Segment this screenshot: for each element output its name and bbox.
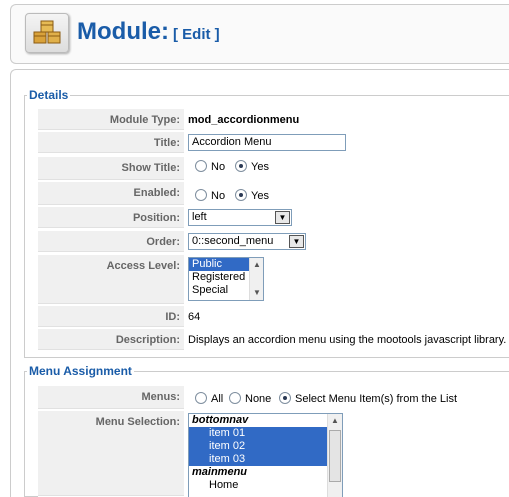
show-title-yes-radio[interactable] bbox=[235, 160, 247, 172]
show-title-yes-option[interactable]: Yes bbox=[235, 160, 269, 173]
menus-row: Menus: All None Select Menu Item(s) from… bbox=[38, 386, 509, 410]
menus-all-label: All bbox=[211, 393, 224, 405]
menus-none-label: None bbox=[245, 393, 272, 405]
position-row: Position: left ▼ bbox=[38, 207, 509, 229]
enabled-no-option[interactable]: No bbox=[195, 189, 225, 202]
scrollbar-thumb[interactable] bbox=[329, 430, 341, 482]
menu-item-option[interactable]: item 02 bbox=[189, 440, 342, 453]
description-value: Displays an accordion menu using the moo… bbox=[188, 334, 507, 346]
menu-item-option[interactable]: item 01 bbox=[189, 427, 342, 440]
access-level-label: Access Level: bbox=[38, 255, 184, 304]
position-select[interactable]: left ▼ bbox=[188, 209, 292, 226]
menus-label: Menus: bbox=[38, 386, 184, 409]
access-level-scrollbar[interactable]: ▲ ▼ bbox=[249, 258, 263, 300]
enabled-yes-label: Yes bbox=[251, 190, 269, 202]
menu-item-option[interactable]: item 03 bbox=[189, 453, 342, 466]
scroll-up-icon[interactable]: ▲ bbox=[250, 258, 263, 272]
title-input[interactable]: Accordion Menu bbox=[188, 134, 346, 151]
page-subtitle: [ Edit ] bbox=[172, 26, 220, 43]
menu-selection-row: Menu Selection: bottomnav item 01 item 0… bbox=[38, 411, 509, 497]
show-title-label: Show Title: bbox=[38, 157, 184, 180]
access-level-row: Access Level: Public Registered Special … bbox=[38, 255, 509, 305]
scroll-up-icon[interactable]: ▲ bbox=[328, 414, 342, 428]
show-title-no-option[interactable]: No bbox=[195, 160, 225, 173]
menu-group-header: bottomnav bbox=[192, 414, 249, 426]
menu-item-option[interactable]: Home bbox=[189, 479, 342, 492]
chevron-down-icon[interactable]: ▼ bbox=[275, 211, 290, 224]
chevron-down-icon[interactable]: ▼ bbox=[289, 235, 304, 248]
scroll-down-icon[interactable]: ▼ bbox=[250, 286, 263, 300]
menus-none-radio[interactable] bbox=[229, 392, 241, 404]
enabled-label: Enabled: bbox=[38, 182, 184, 205]
page-title-text: Module: bbox=[77, 18, 169, 45]
show-title-yes-label: Yes bbox=[251, 161, 269, 173]
enabled-yes-option[interactable]: Yes bbox=[235, 189, 269, 202]
position-value: left bbox=[192, 211, 207, 223]
enabled-no-radio[interactable] bbox=[195, 189, 207, 201]
order-label: Order: bbox=[38, 231, 184, 252]
show-title-no-label: No bbox=[211, 161, 226, 173]
title-label: Title: bbox=[38, 132, 184, 153]
menus-none-option[interactable]: None bbox=[229, 392, 271, 405]
menu-selection-list[interactable]: bottomnav item 01 item 02 item 03 mainme… bbox=[188, 413, 343, 497]
details-legend: Details bbox=[29, 88, 69, 102]
title-row: Title: Accordion Menu bbox=[38, 132, 509, 154]
page-title: Module:[ Edit ] bbox=[77, 18, 220, 46]
description-row: Description: Displays an accordion menu … bbox=[38, 329, 509, 351]
access-level-list[interactable]: Public Registered Special ▲ ▼ bbox=[188, 257, 264, 301]
menus-all-option[interactable]: All bbox=[195, 392, 223, 405]
order-row: Order: 0::second_menu ▼ bbox=[38, 231, 509, 253]
enabled-row: Enabled: No Yes bbox=[38, 182, 509, 206]
position-label: Position: bbox=[38, 207, 184, 228]
menu-selection-scrollbar[interactable]: ▲ bbox=[327, 414, 342, 497]
module-type-value: mod_accordionmenu bbox=[188, 114, 300, 126]
module-type-label: Module Type: bbox=[38, 109, 184, 130]
module-type-row: Module Type: mod_accordionmenu bbox=[38, 109, 509, 131]
modules-boxes-icon bbox=[25, 13, 69, 53]
id-label: ID: bbox=[38, 306, 184, 327]
menus-select-label: Select Menu Item(s) from the List bbox=[295, 393, 457, 405]
show-title-row: Show Title: No Yes bbox=[38, 157, 509, 181]
order-select[interactable]: 0::second_menu ▼ bbox=[188, 233, 306, 250]
menus-select-radio[interactable] bbox=[279, 392, 291, 404]
enabled-yes-radio[interactable] bbox=[235, 189, 247, 201]
menu-selection-label: Menu Selection: bbox=[38, 411, 184, 496]
menu-group-header: mainmenu bbox=[192, 466, 248, 478]
page-header: Module:[ Edit ] bbox=[10, 4, 509, 64]
description-label: Description: bbox=[38, 329, 184, 350]
id-row: ID: 64 bbox=[38, 306, 509, 328]
menus-select-option[interactable]: Select Menu Item(s) from the List bbox=[279, 392, 457, 405]
id-value: 64 bbox=[188, 311, 201, 323]
order-value: 0::second_menu bbox=[192, 235, 274, 247]
menus-all-radio[interactable] bbox=[195, 392, 207, 404]
show-title-no-radio[interactable] bbox=[195, 160, 207, 172]
enabled-no-label: No bbox=[211, 190, 226, 202]
menu-assignment-legend: Menu Assignment bbox=[29, 364, 132, 378]
